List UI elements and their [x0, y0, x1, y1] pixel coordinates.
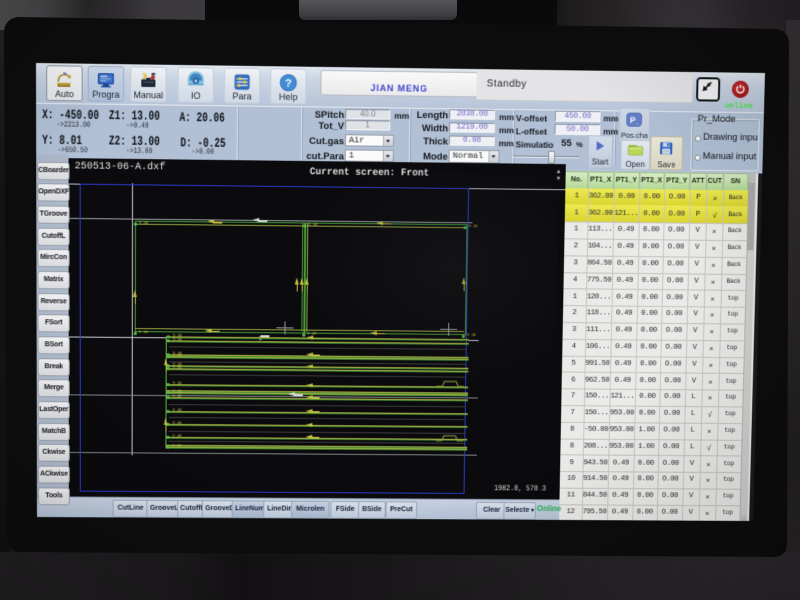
svg-text:,: , — [636, 119, 638, 126]
svg-text:P: P — [630, 115, 636, 125]
svg-text:?: ? — [285, 78, 292, 90]
